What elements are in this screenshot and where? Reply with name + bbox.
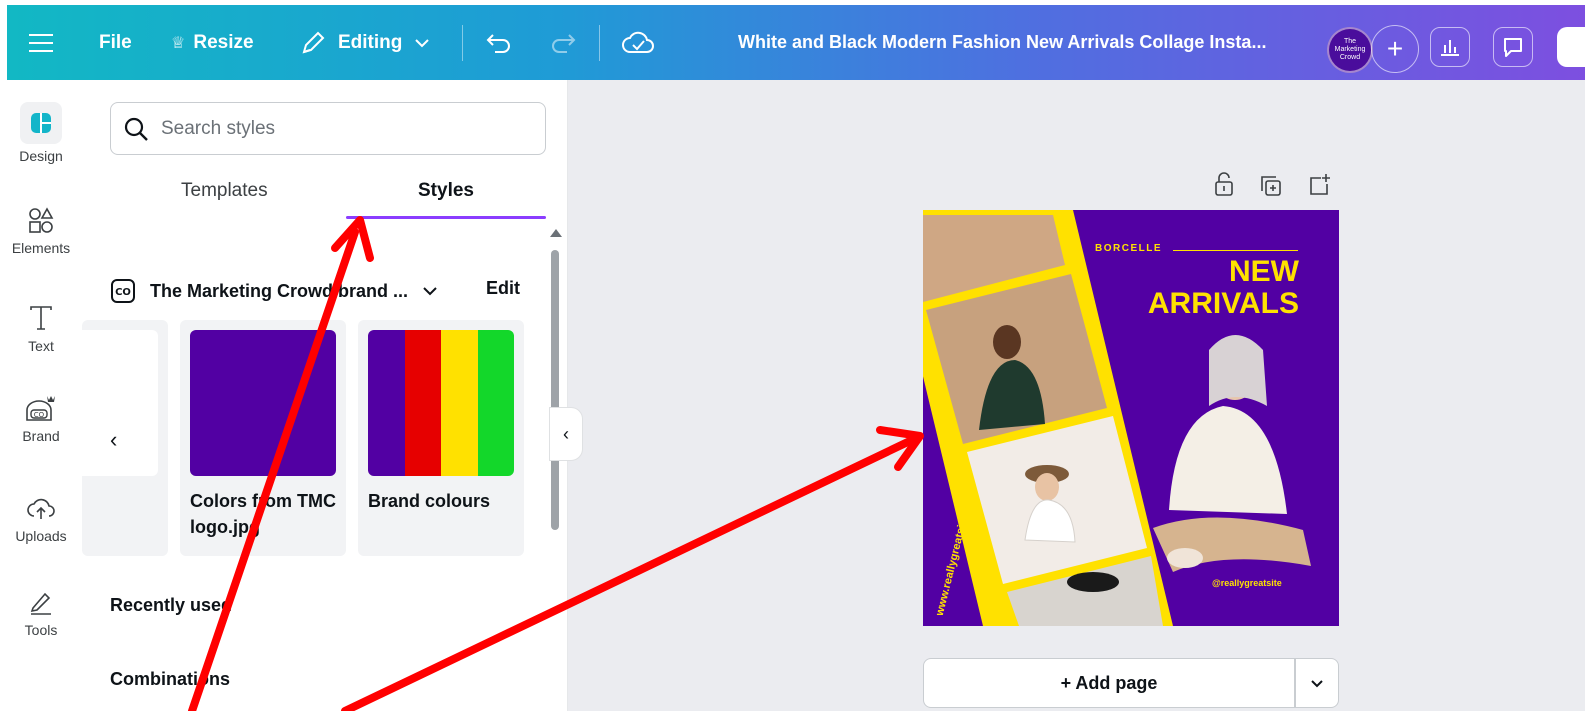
add-page-options-button[interactable]	[1295, 658, 1339, 708]
design-brand-text: BORCELLE	[1095, 243, 1162, 254]
previous-button[interactable]: ‹	[110, 427, 117, 453]
design-title[interactable]: White and Black Modern Fashion New Arriv…	[738, 5, 1266, 80]
cloud-save-status[interactable]	[622, 5, 654, 80]
design-page[interactable]: BORCELLE NEW ARRIVALS www.reallygreatsit…	[923, 210, 1339, 626]
rail-label-elements: Elements	[11, 240, 71, 256]
editing-label: Editing	[338, 31, 403, 53]
brand-icon: CO	[26, 396, 55, 421]
bar-chart-icon	[1441, 40, 1459, 56]
rail-item-tools[interactable]: Tools	[0, 588, 82, 638]
rail-item-design[interactable]: Design	[0, 102, 82, 164]
color-swatch	[190, 330, 336, 476]
headline-new: NEW	[1229, 255, 1299, 288]
swatch-green	[477, 330, 514, 476]
search-icon	[124, 117, 148, 141]
brand-line	[1173, 250, 1298, 251]
rail-item-text[interactable]: Text	[0, 304, 82, 354]
styles-panel: Search styles Templates Styles CO The Ma…	[82, 80, 568, 711]
edit-brand-button[interactable]: Edit	[486, 278, 520, 299]
brand-colour-palette	[368, 330, 514, 476]
style-card-brand-colours[interactable]: Brand colours	[358, 320, 524, 556]
card-label: Brand colours	[368, 491, 491, 511]
tab-styles-label: Styles	[418, 180, 474, 201]
svg-text:CO: CO	[34, 411, 45, 419]
text-icon	[30, 306, 52, 330]
brand-kit-name: The Marketing Crowd brand ...	[150, 280, 409, 301]
left-rail: Design Elements Text CO Brand Uploads To…	[0, 80, 82, 711]
tab-templates[interactable]: Templates	[181, 180, 268, 202]
design-title-text: White and Black Modern Fashion New Arriv…	[738, 32, 1267, 52]
file-menu-button[interactable]: File	[99, 5, 132, 80]
resize-button[interactable]: ♕ Resize	[171, 5, 254, 80]
rail-label-design: Design	[19, 148, 63, 164]
avatar-text: The Marketing Crowd	[1334, 38, 1366, 61]
svg-text:CO: CO	[115, 287, 131, 298]
tab-styles[interactable]: Styles	[418, 180, 474, 202]
active-tab-indicator	[346, 216, 546, 219]
pencil-icon	[302, 31, 325, 53]
headline-arrivals: ARRIVALS	[1147, 287, 1299, 320]
chevron-down-icon	[423, 287, 437, 296]
toolbar-divider	[599, 25, 600, 61]
search-input[interactable]: Search styles	[110, 102, 546, 155]
add-page-icon[interactable]	[1307, 172, 1333, 198]
brand-kit-icon: CO	[111, 279, 135, 303]
tab-templates-label: Templates	[181, 180, 268, 201]
rail-item-elements[interactable]: Elements	[0, 206, 82, 256]
scroll-up-arrow[interactable]	[550, 229, 562, 237]
undo-icon	[486, 33, 510, 53]
cloud-check-icon	[622, 31, 654, 53]
section-combinations: Combinations	[110, 669, 230, 689]
rail-label-uploads: Uploads	[15, 528, 67, 544]
avatar[interactable]: The Marketing Crowd	[1327, 27, 1373, 73]
main-menu-icon[interactable]	[29, 5, 53, 80]
add-page-label: + Add page	[1060, 672, 1158, 693]
card-label: Colors from TMC logo.jpg	[190, 491, 336, 537]
undo-button[interactable]	[485, 5, 513, 80]
comments-button[interactable]	[1493, 27, 1533, 67]
rail-label-text: Text	[28, 338, 54, 354]
design-icon	[20, 102, 62, 144]
top-toolbar: File ♕ Resize Editing White and Black Mo…	[7, 5, 1585, 80]
chevron-left-icon: ‹	[563, 423, 569, 444]
toolbar-divider	[462, 25, 463, 61]
chevron-down-icon	[415, 38, 430, 47]
lock-icon[interactable]	[1212, 172, 1236, 198]
redo-icon	[552, 33, 576, 53]
search-placeholder: Search styles	[161, 117, 276, 139]
add-page-button[interactable]: + Add page	[923, 658, 1295, 708]
rail-item-brand[interactable]: CO Brand	[0, 390, 82, 444]
redo-button[interactable]	[549, 5, 577, 80]
rail-label-brand: Brand	[22, 428, 60, 444]
rail-item-uploads[interactable]: Uploads	[0, 494, 82, 544]
resize-label: Resize	[193, 31, 254, 53]
swatch-red	[404, 330, 441, 476]
elements-icon	[29, 207, 54, 233]
duplicate-page-icon[interactable]	[1259, 174, 1283, 198]
handle-text: @reallygreatsite	[1212, 578, 1282, 588]
add-collaborator-button[interactable]: +	[1371, 25, 1419, 73]
editing-mode-button[interactable]: Editing	[300, 5, 430, 80]
collapse-panel-button[interactable]: ‹	[549, 407, 583, 461]
plus-icon: +	[1386, 33, 1404, 64]
section-recently-used: Recently used	[110, 595, 233, 615]
crown-icon: ♕	[171, 34, 186, 52]
tools-icon	[30, 592, 51, 615]
swatch-yellow	[441, 330, 478, 476]
edit-label: Edit	[486, 278, 520, 298]
swatch-purple	[368, 330, 405, 476]
comment-icon	[1504, 38, 1522, 57]
style-card-partial[interactable]: ‹	[82, 320, 168, 556]
file-menu-label: File	[99, 31, 132, 53]
panel-scrollbar[interactable]	[551, 250, 559, 530]
chevron-down-icon	[1311, 679, 1323, 687]
brand-kit-selector[interactable]: CO The Marketing Crowd brand ...	[110, 276, 530, 306]
cloud-upload-icon	[27, 498, 55, 519]
rail-label-tools: Tools	[24, 622, 58, 638]
insights-button[interactable]	[1430, 27, 1470, 67]
style-card-tmc-logo[interactable]: Colors from TMC logo.jpg	[180, 320, 346, 556]
partial-card-swatch	[82, 330, 158, 476]
share-button[interactable]	[1557, 27, 1585, 67]
